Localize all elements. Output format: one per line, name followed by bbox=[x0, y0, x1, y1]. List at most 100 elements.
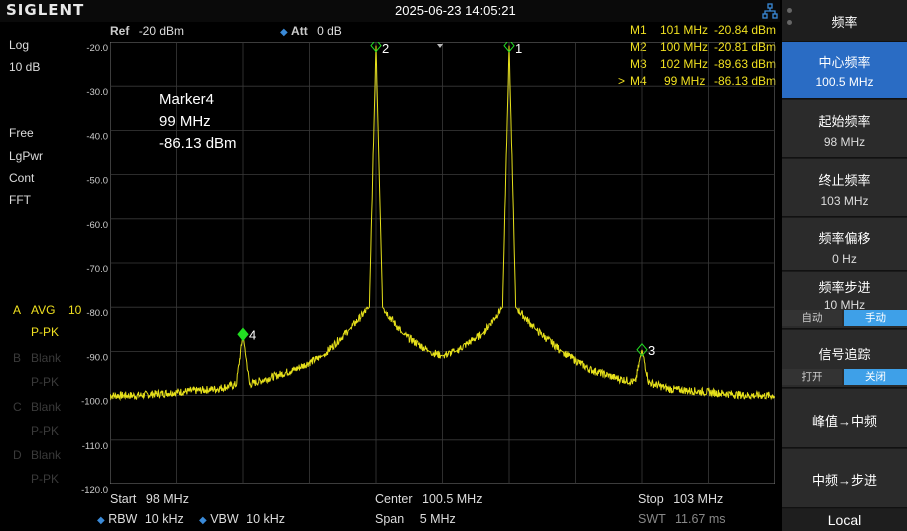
rbw-value: 10 kHz bbox=[144, 512, 184, 526]
step-auto-option[interactable]: 自动 bbox=[782, 310, 842, 326]
rbw-readout[interactable]: ◆ RBW 10 kHz bbox=[97, 512, 184, 526]
center-to-step-label: 中频→步进 bbox=[811, 473, 877, 488]
center-value: 100.5 MHz bbox=[422, 492, 483, 506]
diamond-icon: ◆ bbox=[280, 27, 288, 38]
ref-label: Ref bbox=[110, 24, 130, 38]
trace-b-mode[interactable]: Blank bbox=[31, 351, 61, 365]
start-value: 98 MHz bbox=[145, 492, 189, 506]
vbw-readout[interactable]: ◆ VBW 10 kHz bbox=[199, 512, 285, 526]
rbw-label: RBW bbox=[108, 512, 138, 526]
start-freq-button[interactable]: 起始频率 98 MHz bbox=[782, 100, 907, 158]
trace-d-detector: P-PK bbox=[31, 472, 60, 486]
marker-readout-name: Marker4 bbox=[159, 91, 215, 108]
menu-dots-icon bbox=[787, 8, 793, 32]
signal-track-toggle[interactable]: 打开 关闭 bbox=[782, 369, 907, 385]
local-indicator: Local bbox=[782, 509, 907, 531]
marker-2-label: 2 bbox=[382, 42, 389, 56]
datetime: 2025-06-23 14:05:21 bbox=[395, 3, 516, 18]
diamond-icon: ◆ bbox=[97, 515, 105, 526]
trace-c-mode[interactable]: Blank bbox=[31, 400, 61, 414]
center-label: Center bbox=[375, 492, 413, 506]
status-bar: SIGLENT 2025-06-23 14:05:21 bbox=[0, 0, 780, 22]
vbw-label: VBW bbox=[210, 512, 239, 526]
start-freq-value: 98 MHz bbox=[823, 135, 866, 149]
ref-level[interactable]: Ref -20 dBm bbox=[110, 24, 184, 38]
y-tick-label: -20.0 bbox=[86, 43, 108, 54]
start-label: Start bbox=[110, 492, 137, 506]
y-tick-label: -90.0 bbox=[86, 352, 108, 363]
scale-div: 10 dB bbox=[9, 60, 41, 74]
trace-d-id[interactable]: D bbox=[13, 448, 22, 462]
swt-label: SWT bbox=[638, 512, 666, 526]
y-tick-label: -60.0 bbox=[86, 220, 108, 231]
fft-mode: FFT bbox=[9, 193, 31, 207]
trace-c-detector: P-PK bbox=[31, 424, 60, 438]
att-value: 0 dB bbox=[317, 24, 342, 38]
stop-label: Stop bbox=[638, 492, 664, 506]
marker-4-diamond bbox=[237, 327, 249, 342]
freq-step-button[interactable]: 频率步进 10 MHz 自动 手动 bbox=[782, 272, 907, 329]
cont-mode: Cont bbox=[9, 171, 35, 185]
y-axis-labels: -20.0 -30.0 -40.0 -50.0 -60.0 -70.0 -80.0 -90.0… bbox=[81, 43, 108, 493]
scale-type: Log bbox=[9, 38, 30, 52]
y-tick-label: -70.0 bbox=[86, 264, 108, 275]
center-freq-value: 100.5 MHz bbox=[815, 75, 874, 89]
marker-readout: Marker4 99 MHz -86.13 dBm bbox=[159, 89, 237, 155]
center-freq-readout[interactable]: Center 100.5 MHz bbox=[375, 492, 482, 506]
span-value: 5 MHz bbox=[419, 512, 456, 526]
local-label: Local bbox=[827, 512, 862, 528]
signal-track-button[interactable]: 信号追踪 打开 关闭 bbox=[782, 330, 907, 388]
trace-d-mode[interactable]: Blank bbox=[31, 448, 61, 462]
y-tick-label: -110.0 bbox=[82, 441, 108, 452]
y-tick-label: -80.0 bbox=[86, 308, 108, 319]
sweep-time-readout[interactable]: SWT 11.67 ms bbox=[638, 512, 726, 526]
menu-title-label: 频率 bbox=[831, 15, 858, 30]
trace-a-detector: P-PK bbox=[31, 325, 60, 339]
brand-logo: SIGLENT bbox=[6, 1, 85, 19]
center-to-step-button[interactable]: 中频→步进 bbox=[782, 449, 907, 508]
trace-b-detector: P-PK bbox=[31, 375, 60, 389]
stop-freq-readout[interactable]: Stop 103 MHz bbox=[638, 492, 723, 506]
y-tick-label: -100.0 bbox=[81, 397, 108, 408]
stop-freq-button[interactable]: 终止频率 103 MHz bbox=[782, 159, 907, 217]
track-off-option[interactable]: 关闭 bbox=[844, 369, 907, 385]
marker-4-label: 4 bbox=[249, 327, 256, 342]
center-freq-label: 中心频率 bbox=[818, 55, 871, 70]
peak-to-center-button[interactable]: 峰值→中频 bbox=[782, 389, 907, 448]
detector-type: LgPwr bbox=[9, 149, 44, 163]
ref-value: -20 dBm bbox=[138, 24, 185, 38]
freq-offset-value: 0 Hz bbox=[832, 252, 857, 266]
freq-offset-label: 频率偏移 bbox=[818, 231, 871, 246]
network-icon bbox=[762, 3, 778, 19]
freq-step-label: 频率步进 bbox=[818, 280, 871, 295]
trace-a-mode[interactable]: AVG bbox=[31, 303, 55, 317]
start-freq-readout[interactable]: Start 98 MHz bbox=[110, 492, 189, 506]
track-on-option[interactable]: 打开 bbox=[782, 369, 842, 385]
diamond-icon: ◆ bbox=[199, 515, 207, 526]
freq-step-toggle[interactable]: 自动 手动 bbox=[782, 310, 907, 326]
softkey-panel: 频率 中心频率 100.5 MHz 起始频率 98 MHz 终止频率 103 M… bbox=[782, 0, 907, 531]
marker-readout-freq: 99 MHz bbox=[159, 113, 211, 130]
center-freq-button[interactable]: 中心频率 100.5 MHz bbox=[782, 42, 907, 99]
span-label: Span bbox=[375, 512, 405, 526]
trace-b-id[interactable]: B bbox=[13, 351, 21, 365]
stop-value: 103 MHz bbox=[673, 492, 724, 506]
stop-freq-value: 103 MHz bbox=[820, 194, 869, 208]
marker-level: -20.84 dBm bbox=[714, 23, 777, 37]
att-label: Att bbox=[291, 24, 308, 38]
sweep-mode: Free bbox=[9, 126, 34, 140]
marker-3-label: 3 bbox=[648, 343, 655, 358]
y-tick-label: -40.0 bbox=[86, 131, 108, 142]
marker-name: M1 bbox=[630, 23, 647, 37]
y-tick-label: -120.0 bbox=[81, 485, 108, 493]
y-tick-label: -30.0 bbox=[86, 87, 108, 98]
signal-track-label: 信号追踪 bbox=[818, 347, 871, 362]
trace-c-id[interactable]: C bbox=[13, 400, 22, 414]
attenuation[interactable]: ◆ Att 0 dB bbox=[280, 24, 342, 38]
y-tick-label: -50.0 bbox=[86, 176, 108, 187]
start-freq-label: 起始频率 bbox=[818, 114, 871, 129]
trace-a-id[interactable]: A bbox=[13, 303, 21, 317]
freq-offset-button[interactable]: 频率偏移 0 Hz bbox=[782, 218, 907, 271]
step-manual-option[interactable]: 手动 bbox=[844, 310, 907, 326]
span-readout[interactable]: Span 5 MHz bbox=[375, 512, 456, 526]
